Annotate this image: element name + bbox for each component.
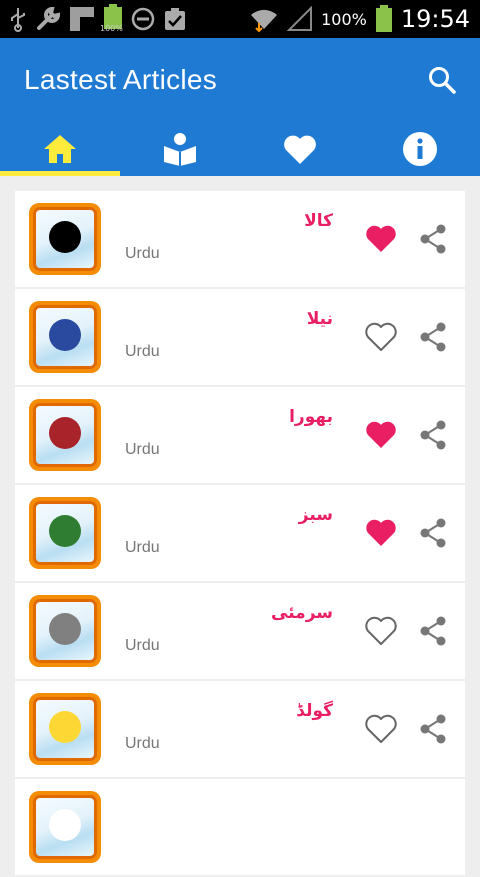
list-item[interactable]: بھورا Urdu [15, 387, 465, 483]
favorite-button[interactable] [363, 515, 399, 551]
article-title: گولڈ [296, 701, 333, 721]
app-bar: Lastest Articles [0, 38, 480, 176]
list-item[interactable]: سرمئی Urdu [15, 583, 465, 679]
favorite-button[interactable] [363, 221, 399, 257]
battery-icon [375, 5, 392, 32]
battery-percent: 100% [321, 9, 367, 29]
article-thumbnail [29, 791, 101, 863]
article-title: نیلا [306, 309, 333, 329]
page-title: Lastest Articles [24, 64, 218, 95]
heart-filled-icon [366, 225, 396, 252]
color-swatch [49, 711, 81, 743]
search-button[interactable] [424, 62, 460, 98]
article-thumbnail [29, 203, 101, 275]
list-item[interactable]: کالا Urdu [15, 191, 465, 287]
article-title: سبز [298, 505, 333, 525]
clipboard-check-icon [165, 8, 185, 30]
heart-filled-icon [366, 519, 396, 546]
signal-corner-icon [70, 7, 94, 31]
share-button[interactable] [415, 417, 451, 453]
article-thumbnail [29, 693, 101, 765]
status-bar: 100% 100% 19:54 [0, 0, 480, 38]
color-swatch [49, 417, 81, 449]
color-swatch [49, 319, 81, 351]
share-button[interactable] [415, 515, 451, 551]
favorite-button[interactable] [363, 711, 399, 747]
article-thumbnail [29, 595, 101, 667]
heart-outline-icon [365, 322, 397, 351]
color-swatch [49, 221, 81, 253]
color-swatch [49, 613, 81, 645]
list-item[interactable]: سبز Urdu [15, 485, 465, 581]
color-swatch [49, 515, 81, 547]
heart-outline-icon [365, 616, 397, 645]
tab-reading[interactable] [120, 122, 240, 176]
favorite-button[interactable] [363, 613, 399, 649]
share-icon [420, 616, 446, 646]
wifi-icon [251, 9, 278, 33]
favorite-button[interactable] [363, 417, 399, 453]
share-icon [420, 714, 446, 744]
article-language: Urdu [125, 539, 160, 556]
share-icon [420, 224, 446, 254]
book-reader-icon [164, 133, 196, 166]
article-title: کالا [304, 211, 333, 231]
heart-outline-icon [365, 714, 397, 743]
tab-favorites[interactable] [240, 122, 360, 176]
article-language: Urdu [125, 245, 160, 262]
article-thumbnail [29, 399, 101, 471]
list-item[interactable] [15, 779, 465, 875]
article-thumbnail [29, 497, 101, 569]
tab-info[interactable] [360, 122, 480, 176]
clock: 19:54 [400, 5, 470, 33]
usb-icon [11, 8, 25, 32]
color-swatch [49, 809, 81, 841]
share-button[interactable] [415, 613, 451, 649]
system-icons: 100% 19:54 [249, 4, 470, 34]
battery-small-label: 100% [100, 24, 123, 33]
tab-home[interactable] [0, 122, 120, 176]
share-icon [420, 322, 446, 352]
list-item[interactable]: گولڈ Urdu [15, 681, 465, 777]
article-thumbnail [29, 301, 101, 373]
share-icon [420, 518, 446, 548]
list-item[interactable]: نیلا Urdu [15, 289, 465, 385]
home-icon [44, 135, 76, 163]
search-icon [429, 67, 456, 94]
article-list: کالا Urdu نیلا Urdu بھورا Urdu سبز Urdu … [15, 191, 465, 877]
info-icon [403, 132, 437, 166]
share-button[interactable] [415, 221, 451, 257]
article-language: Urdu [125, 441, 160, 458]
do-not-disturb-icon [131, 7, 155, 31]
notification-icons: 100% [8, 4, 188, 34]
share-button[interactable] [415, 319, 451, 355]
heart-icon [284, 135, 316, 164]
share-button[interactable] [415, 711, 451, 747]
article-language: Urdu [125, 343, 160, 360]
article-language: Urdu [125, 637, 160, 654]
share-icon [420, 420, 446, 450]
favorite-button[interactable] [363, 319, 399, 355]
tab-bar [0, 122, 480, 176]
wrench-icon [37, 6, 61, 30]
article-language: Urdu [125, 735, 160, 752]
article-title: سرمئی [271, 603, 333, 623]
article-title: بھورا [289, 407, 333, 427]
cell-signal-icon [287, 6, 313, 31]
heart-filled-icon [366, 421, 396, 448]
